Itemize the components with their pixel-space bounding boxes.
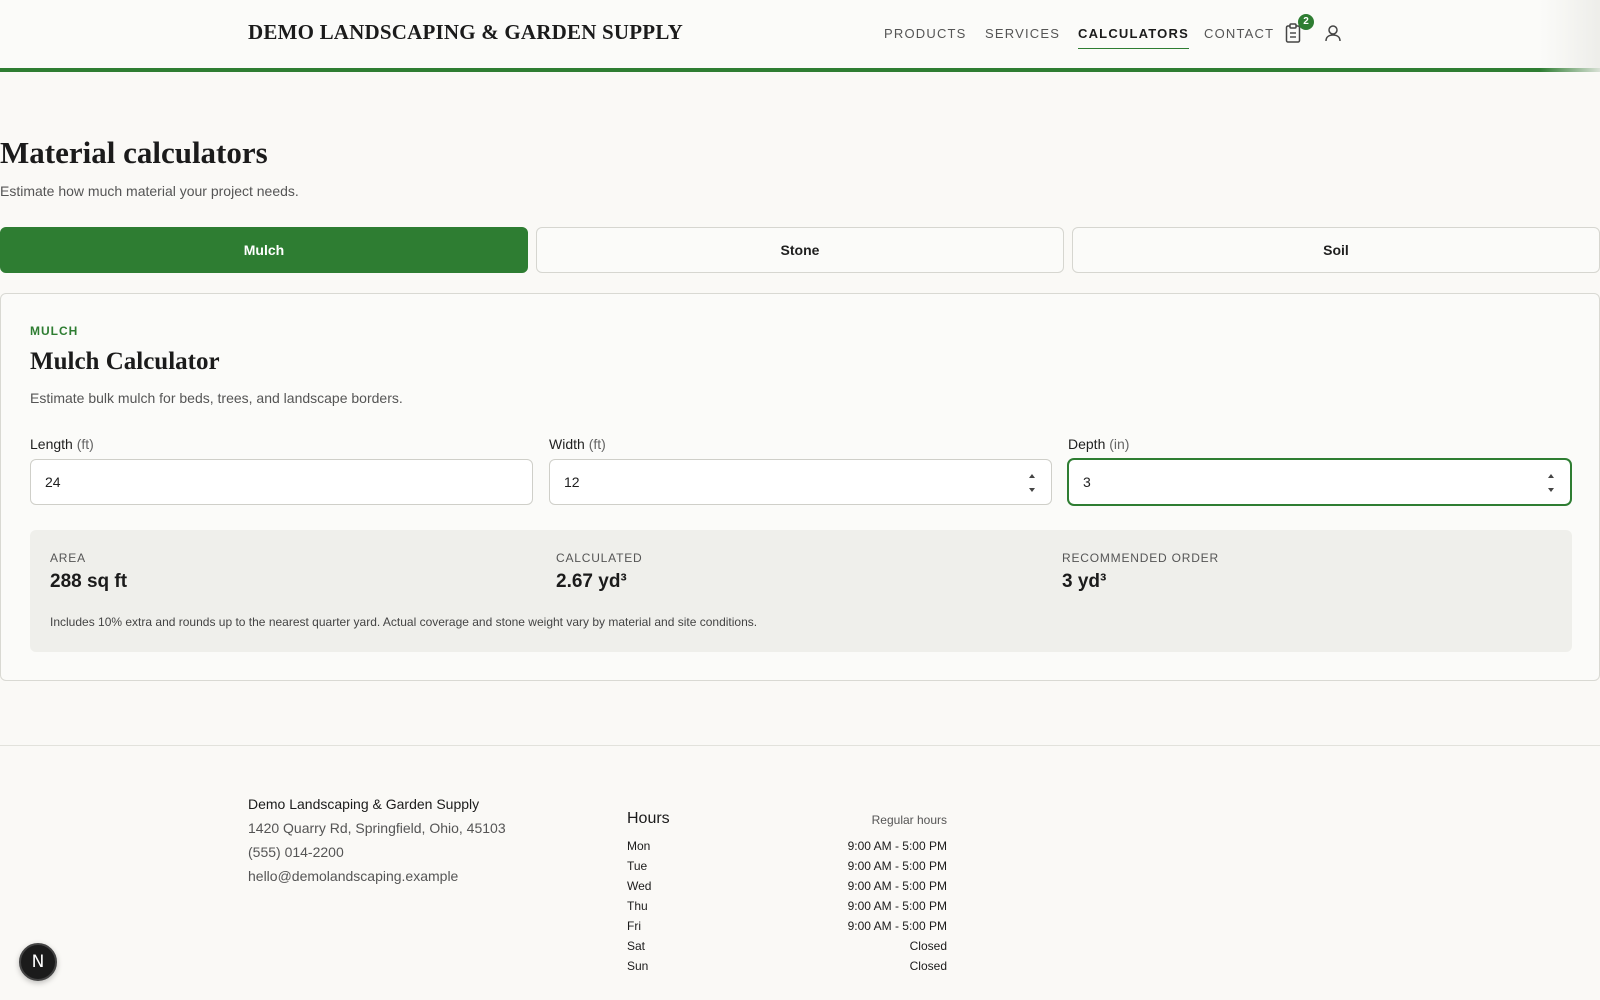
- width-input[interactable]: 12: [549, 459, 1052, 505]
- width-value: 12: [564, 474, 580, 490]
- depth-unit: (in): [1109, 436, 1130, 452]
- hours-time: 9:00 AM - 5:00 PM: [847, 879, 947, 893]
- hours-time: 9:00 AM - 5:00 PM: [847, 839, 947, 853]
- tab-mulch[interactable]: Mulch: [0, 227, 528, 273]
- width-label-text: Width: [549, 436, 585, 452]
- page-subtitle: Estimate how much material your project …: [0, 183, 299, 199]
- calculated-label: CALCULATED: [556, 551, 643, 565]
- results-note: Includes 10% extra and rounds up to the …: [50, 615, 758, 629]
- hours-day: Wed: [627, 879, 652, 893]
- nav-calculators[interactable]: CALCULATORS: [1078, 26, 1189, 49]
- hours-day: Thu: [627, 899, 648, 913]
- calculated-value: 2.67 yd³: [556, 571, 627, 592]
- hours-row: Fri 9:00 AM - 5:00 PM: [627, 919, 947, 939]
- account-button[interactable]: [1323, 22, 1345, 46]
- user-icon: [1325, 25, 1341, 42]
- hours-day: Fri: [627, 919, 641, 933]
- hours-time: 9:00 AM - 5:00 PM: [847, 859, 947, 873]
- hours-time: 9:00 AM - 5:00 PM: [847, 899, 947, 913]
- calculator-title: Mulch Calculator: [30, 348, 220, 375]
- hours-row: Thu 9:00 AM - 5:00 PM: [627, 899, 947, 919]
- hours-time: Closed: [909, 959, 947, 973]
- hours-day: Mon: [627, 839, 651, 853]
- hours-subtitle: Regular hours: [871, 813, 947, 827]
- scroll-shadow: [1540, 0, 1600, 72]
- page-title: Material calculators: [0, 135, 268, 170]
- site-header: DEMO LANDSCAPING & GARDEN SUPPLY PRODUCT…: [0, 0, 1600, 72]
- depth-spinner-icon[interactable]: [1546, 474, 1556, 492]
- depth-input[interactable]: 3: [1068, 459, 1571, 505]
- width-label: Width (ft): [549, 436, 606, 452]
- width-unit: (ft): [588, 436, 606, 452]
- calculator-description: Estimate bulk mulch for beds, trees, and…: [30, 390, 403, 406]
- calculator-eyebrow: MULCH: [30, 324, 79, 338]
- hours-row: Sat Closed: [627, 939, 947, 959]
- length-label-text: Length: [30, 436, 73, 452]
- area-label: AREA: [50, 551, 86, 565]
- hours-time: Closed: [909, 939, 947, 953]
- footer-phone[interactable]: (555) 014-2200: [248, 844, 344, 860]
- nextjs-logo-icon[interactable]: N: [19, 943, 57, 981]
- hours-title: Hours: [627, 810, 670, 827]
- hours-row: Wed 9:00 AM - 5:00 PM: [627, 879, 947, 899]
- width-spinner-icon[interactable]: [1027, 474, 1037, 492]
- nav-services[interactable]: SERVICES: [985, 26, 1060, 41]
- hours-day: Sun: [627, 959, 649, 973]
- hours-row: Mon 9:00 AM - 5:00 PM: [627, 839, 947, 859]
- depth-label: Depth (in): [1068, 436, 1129, 452]
- recommended-value: 3 yd³: [1062, 571, 1107, 592]
- site-footer: Demo Landscaping & Garden Supply 1420 Qu…: [0, 745, 1600, 1000]
- cart-count-badge: 2: [1298, 14, 1314, 30]
- length-input[interactable]: 24: [30, 459, 533, 505]
- length-value: 24: [45, 474, 61, 490]
- main-nav: PRODUCTS SERVICES CALCULATORS CONTACT: [0, 25, 1600, 49]
- hours-row: Tue 9:00 AM - 5:00 PM: [627, 859, 947, 879]
- calculator-card: MULCH Mulch Calculator Estimate bulk mul…: [0, 293, 1600, 681]
- length-label: Length (ft): [30, 436, 94, 452]
- area-value: 288 sq ft: [50, 571, 128, 592]
- footer-email[interactable]: hello@demolandscaping.example: [248, 868, 458, 884]
- hours-day: Tue: [627, 859, 648, 873]
- hours-row: Sun Closed: [627, 959, 947, 979]
- tab-stone[interactable]: Stone: [536, 227, 1064, 273]
- results-panel: AREA 288 sq ft CALCULATED 2.67 yd³ RECOM…: [30, 530, 1572, 652]
- depth-value: 3: [1083, 474, 1091, 490]
- nav-contact[interactable]: CONTACT: [1204, 26, 1274, 41]
- tab-soil[interactable]: Soil: [1072, 227, 1600, 273]
- hours-day: Sat: [627, 939, 646, 953]
- footer-address: 1420 Quarry Rd, Springfield, Ohio, 45103: [248, 820, 506, 836]
- depth-label-text: Depth: [1068, 436, 1106, 452]
- length-unit: (ft): [76, 436, 94, 452]
- nav-products[interactable]: PRODUCTS: [884, 26, 967, 41]
- recommended-label: RECOMMENDED ORDER: [1062, 551, 1219, 565]
- footer-business-name: Demo Landscaping & Garden Supply: [248, 796, 480, 812]
- hours-time: 9:00 AM - 5:00 PM: [847, 919, 947, 933]
